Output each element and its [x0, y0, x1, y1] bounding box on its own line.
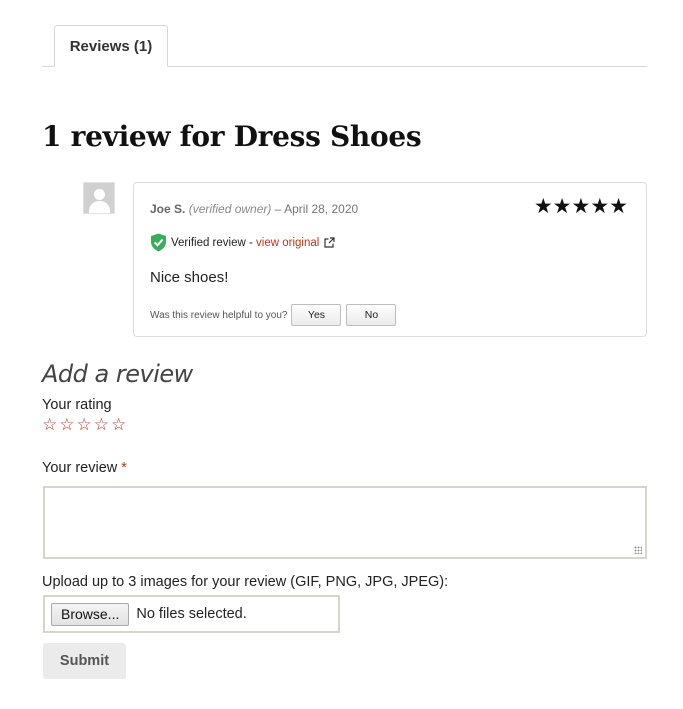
- helpful-row: Was this review helpful to you? Yes No: [150, 304, 397, 326]
- required-mark: *: [121, 460, 127, 476]
- helpful-yes-button[interactable]: Yes: [291, 304, 342, 326]
- rating-star-5-icon[interactable]: ☆: [111, 416, 126, 433]
- rating-star-4-icon[interactable]: ☆: [94, 416, 109, 433]
- review-label-text: Your review: [42, 460, 118, 476]
- review-field-label: Your review *: [42, 460, 127, 476]
- tab-bar: Reviews (1): [42, 0, 647, 67]
- review-date: April 28, 2020: [284, 202, 359, 216]
- review-text: Nice shoes!: [150, 269, 229, 286]
- rating-label: Your rating: [42, 397, 112, 413]
- file-upload-field: Browse... No files selected.: [43, 595, 340, 633]
- browse-button[interactable]: Browse...: [51, 602, 130, 626]
- external-link-icon[interactable]: [324, 237, 335, 248]
- view-original-link[interactable]: view original: [256, 237, 319, 249]
- rating-star-input: ☆ ☆ ☆ ☆ ☆: [42, 416, 128, 433]
- verified-review-row: Verified review - view original: [150, 233, 339, 252]
- review-textarea[interactable]: [43, 486, 647, 559]
- submit-button[interactable]: Submit: [43, 643, 126, 679]
- helpful-question: Was this review helpful to you?: [150, 309, 288, 321]
- review-meta: Joe S. (verified owner) – April 28, 2020: [150, 202, 358, 216]
- helpful-no-button[interactable]: No: [346, 304, 397, 326]
- no-files-text: No files selected.: [136, 606, 247, 622]
- upload-label: Upload up to 3 images for your review (G…: [42, 574, 449, 590]
- shield-check-icon: [151, 233, 166, 252]
- add-review-title: Add a review: [42, 360, 193, 388]
- rating-star-3-icon[interactable]: ☆: [77, 416, 92, 433]
- resize-grip-icon[interactable]: [634, 546, 642, 554]
- tab-reviews[interactable]: Reviews (1): [54, 25, 168, 67]
- review-author: Joe S.: [150, 202, 186, 216]
- review-card: Joe S. (verified owner) – April 28, 2020…: [133, 182, 647, 337]
- rating-star-2-icon[interactable]: ☆: [59, 416, 74, 433]
- rating-star-1-icon[interactable]: ☆: [42, 416, 57, 433]
- review-star-rating: ★★★★★: [533, 195, 628, 218]
- meta-separator: –: [274, 202, 282, 216]
- verified-owner-label: (verified owner): [188, 202, 272, 216]
- verified-review-text: Verified review -: [171, 236, 253, 249]
- user-avatar-icon: [83, 182, 115, 214]
- reviews-heading: 1 review for Dress Shoes: [42, 120, 422, 153]
